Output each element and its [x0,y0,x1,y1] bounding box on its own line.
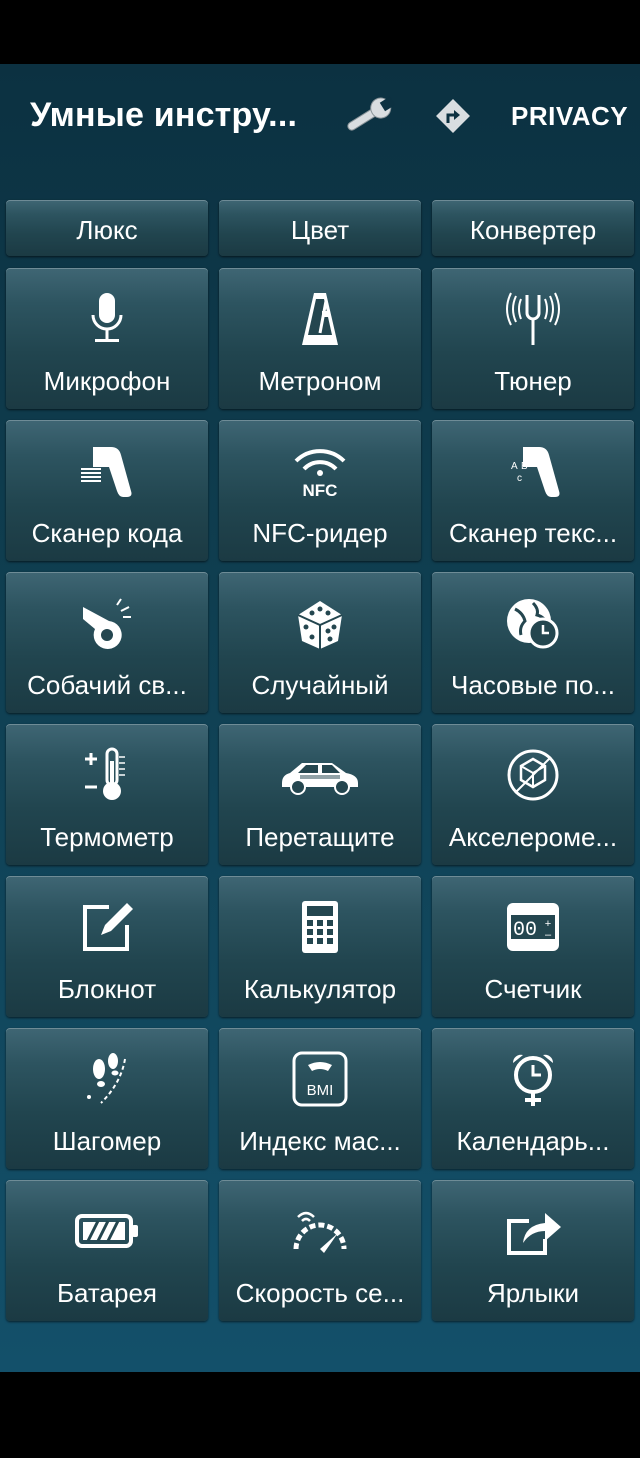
whistle-icon [6,592,208,654]
tile-metronome[interactable]: Метроном [219,268,421,409]
tile-lux[interactable]: Люкс [6,200,208,256]
tile-text-scanner[interactable]: A c B Сканер текс... [432,420,634,561]
svg-text:B: B [521,461,528,472]
share-icon [432,1200,634,1262]
tile-label: Люкс [76,215,138,245]
tile-network-speed[interactable]: Скорость се... [219,1180,421,1321]
tile-thermometer[interactable]: Термометр [6,724,208,865]
toolbar: Умные инстру... PRIVACY [0,64,640,198]
tile-label: Индекс мас... [239,1126,401,1156]
tile-label: NFC-ридер [252,518,388,548]
tile-label: Блокнот [57,974,157,1004]
accelerometer-icon [432,744,634,806]
counter-icon-text: 00 [513,919,537,942]
tile-label: Ярлыки [486,1278,580,1308]
tile-notepad[interactable]: Блокнот [6,876,208,1017]
tile-dog-whistle[interactable]: Собачий св... [6,572,208,713]
tile-battery[interactable]: Батарея [6,1180,208,1321]
tile-label: Калькулятор [243,974,397,1004]
notepad-icon [6,896,208,958]
navigation-bar [0,1372,640,1458]
tile-nfc-reader[interactable]: NFC NFC-ридер [219,420,421,561]
bmi-scale-icon: BMI [219,1048,421,1110]
tile-label: Часовые по... [451,670,615,700]
tile-pedometer[interactable]: Шагомер [6,1028,208,1169]
tile-label: Счетчик [484,974,582,1004]
tile-time-zones[interactable]: Часовые по... [432,572,634,713]
tile-barcode-scanner[interactable]: Сканер кода [6,420,208,561]
tile-label: Батарея [56,1278,158,1308]
world-clock-icon [432,592,634,654]
tile-color[interactable]: Цвет [219,200,421,256]
tile-tuner[interactable]: Тюнер [432,268,634,409]
tile-label: Тюнер [494,366,572,396]
taxi-car-icon [219,744,421,806]
footsteps-icon [6,1048,208,1110]
thermometer-icon [6,744,208,806]
tile-counter[interactable]: 00 + – Счетчик [432,876,634,1017]
tile-converter[interactable]: Конвертер [432,200,634,256]
tile-label: Цвет [290,215,350,245]
tile-label: Случайный [251,670,389,700]
tile-microphone[interactable]: Микрофон [6,268,208,409]
barcode-scanner-icon [6,440,208,502]
tile-label: Собачий св... [27,670,187,700]
counter-icon: 00 + – [432,896,634,958]
tile-drag[interactable]: Перетащите [219,724,421,865]
tile-shortcuts[interactable]: Ярлыки [432,1180,634,1321]
tile-label: Перетащите [245,822,395,852]
tile-label: Сканер кода [31,518,183,548]
calculator-icon [219,896,421,958]
directions-icon[interactable] [425,92,481,140]
wrench-icon[interactable] [340,92,396,140]
svg-text:–: – [545,929,552,941]
tile-label: Сканер текс... [448,518,618,548]
nfc-icon: NFC [219,440,421,502]
tile-label: Скорость се... [235,1278,405,1308]
svg-text:c: c [517,473,522,484]
tile-bmi[interactable]: BMI Индекс мас... [219,1028,421,1169]
text-scanner-icon: A c B [432,440,634,502]
tile-calculator[interactable]: Калькулятор [219,876,421,1017]
status-bar [0,0,640,64]
alarm-clock-icon [432,1048,634,1110]
tile-label: Термометр [40,822,174,852]
privacy-button[interactable]: PRIVACY [511,101,628,132]
microphone-icon [6,288,208,350]
metronome-icon [219,288,421,350]
speedometer-icon [219,1200,421,1262]
tile-label: Календарь... [456,1126,610,1156]
tile-random[interactable]: Случайный [219,572,421,713]
bmi-icon-text: BMI [307,1082,334,1099]
tile-label: Микрофон [43,366,171,396]
tile-calendar-alarm[interactable]: Календарь... [432,1028,634,1169]
tile-accelerometer[interactable]: Акселероме... [432,724,634,865]
tuning-fork-icon [432,288,634,350]
tile-label: Метроном [258,366,382,396]
app-screen: Умные инстру... PRIVACY Люкс Цвет Конвер… [0,64,640,1372]
app-title: Умные инстру... [30,96,298,134]
dice-icon [219,592,421,654]
nfc-icon-text: NFC [303,481,338,499]
tile-label: Конвертер [469,215,597,245]
battery-icon [6,1200,208,1262]
tile-label: Акселероме... [448,822,618,852]
svg-text:A: A [511,461,518,472]
tile-label: Шагомер [52,1126,162,1156]
tools-grid: Люкс Цвет Конвертер Микрофон Метроном Тю… [0,198,640,1372]
